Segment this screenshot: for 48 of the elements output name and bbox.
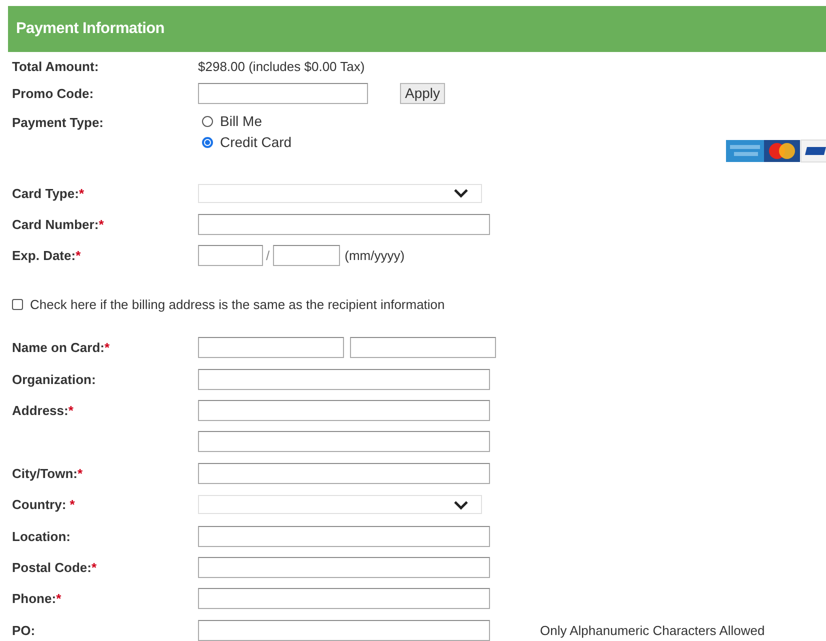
field-label: Promo Code: bbox=[12, 86, 95, 100]
amex-card-icon bbox=[726, 140, 764, 162]
last-name-field[interactable] bbox=[350, 337, 496, 358]
input-field[interactable] bbox=[198, 462, 490, 484]
select-field[interactable] bbox=[198, 495, 482, 514]
month-field[interactable] bbox=[198, 244, 263, 266]
field-label: Organization: bbox=[12, 372, 97, 387]
input-field[interactable] bbox=[198, 431, 490, 452]
total-amount: $298.00 (includes $0.00 Tax) bbox=[198, 58, 365, 74]
input-field[interactable] bbox=[198, 368, 490, 390]
radio-button[interactable] bbox=[202, 116, 213, 126]
input-field[interactable] bbox=[198, 400, 490, 421]
date-format-hint: (mm/yyyy) bbox=[344, 248, 405, 262]
input-field[interactable] bbox=[198, 214, 490, 234]
visa-card-icon bbox=[800, 140, 826, 162]
first-name-field[interactable] bbox=[198, 337, 344, 358]
field-label: Exp. Date:* bbox=[12, 248, 82, 262]
apply-button[interactable]: Apply bbox=[400, 82, 446, 104]
promo-code-field[interactable] bbox=[198, 82, 368, 104]
field-label: Name on Card:* bbox=[12, 340, 111, 356]
chevron-icon bbox=[453, 500, 469, 510]
field-label: Total Amount: bbox=[12, 58, 100, 74]
field-label: Phone:* bbox=[12, 591, 62, 606]
field-label: Postal Code:* bbox=[12, 560, 98, 575]
input-field[interactable] bbox=[198, 620, 490, 641]
chevron-icon bbox=[453, 188, 469, 198]
field-label: PO: bbox=[12, 622, 36, 638]
radio-label: Credit Card bbox=[220, 134, 292, 150]
field-note: Only Alphanumeric Characters Allowed bbox=[540, 622, 765, 638]
section-title: Payment Information bbox=[16, 20, 164, 38]
field-label: Country: * bbox=[12, 497, 76, 512]
date-separator: / bbox=[266, 248, 270, 262]
input-field[interactable] bbox=[198, 556, 490, 578]
year-field[interactable] bbox=[272, 244, 340, 266]
field-label: Payment Type: bbox=[12, 115, 105, 130]
input-field[interactable] bbox=[198, 588, 490, 610]
radio-label: Bill Me bbox=[220, 113, 262, 129]
field-label: Address:* bbox=[12, 402, 74, 418]
input-field[interactable] bbox=[198, 526, 490, 547]
select-field[interactable] bbox=[198, 184, 482, 202]
field-label: Card Number:* bbox=[12, 216, 105, 232]
field-label: Card Type:* bbox=[12, 186, 85, 200]
checkbox[interactable] bbox=[12, 299, 23, 310]
field-label: City/Town:* bbox=[12, 466, 84, 481]
checkbox-label: Check here if the billing address is the same as the recipient information bbox=[30, 297, 445, 312]
mastercard-icon bbox=[764, 140, 800, 162]
radio-button[interactable] bbox=[202, 136, 213, 148]
field-label: Location: bbox=[12, 528, 72, 544]
